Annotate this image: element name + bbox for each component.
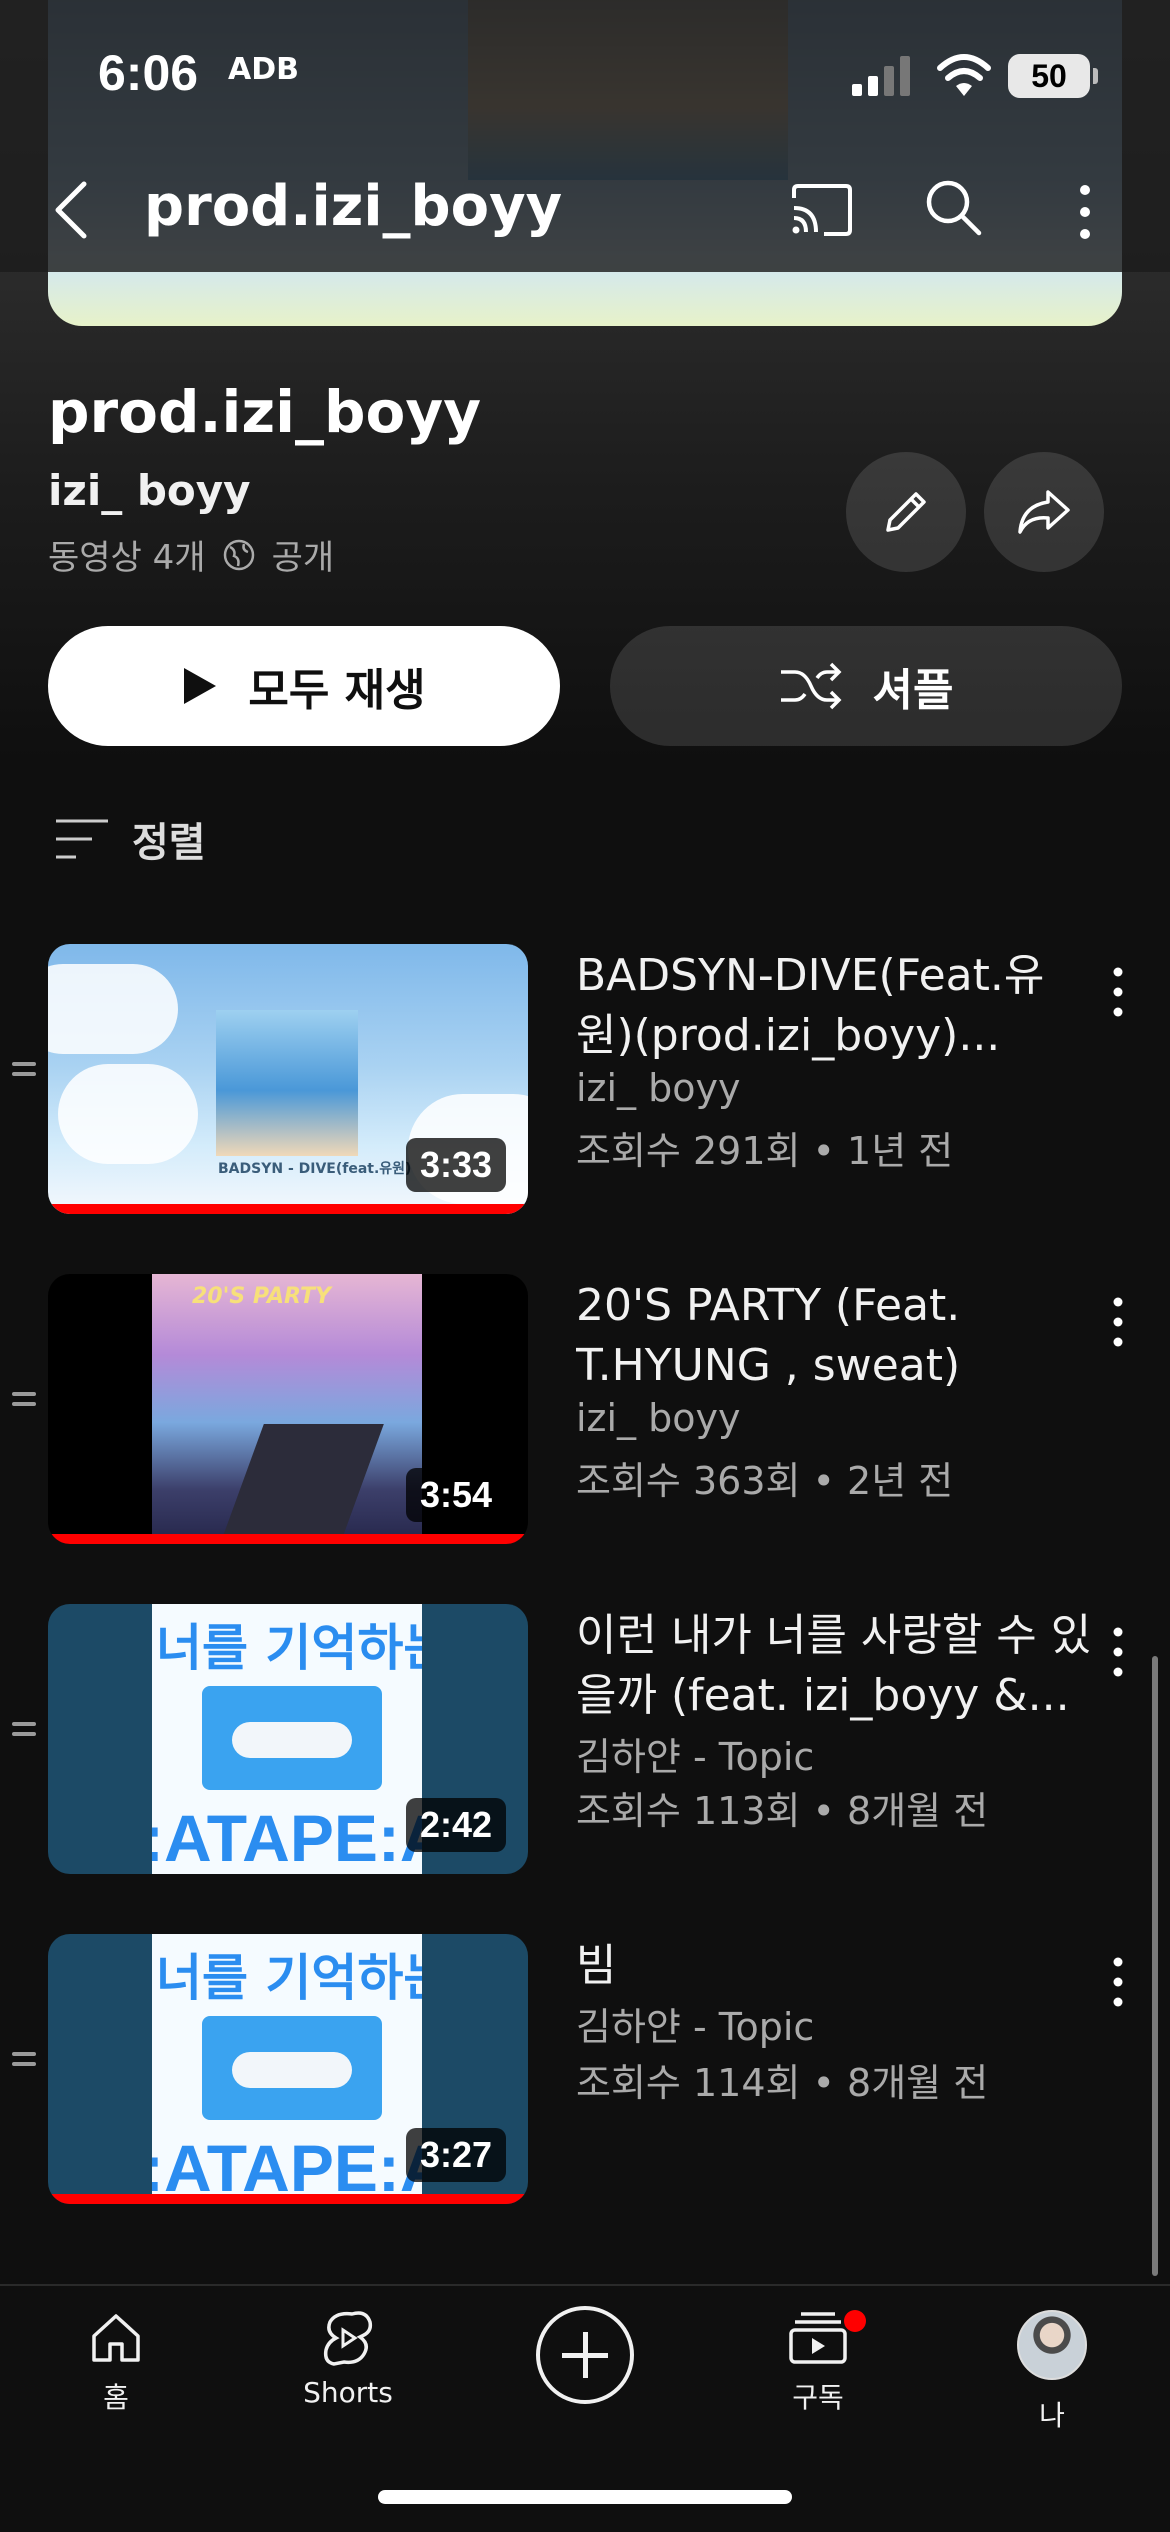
album-cover-art xyxy=(216,1010,358,1156)
video-stats: 조회수 291회 • 1년 전 xyxy=(576,1129,954,1173)
video-stats: 조회수 114회 • 8개월 전 xyxy=(576,2061,989,2105)
wifi-icon xyxy=(937,54,991,96)
nav-me-label: 나 xyxy=(1039,2399,1065,2432)
video-list-item[interactable]: 20'S PARTY 3:54 20'S PARTY (Feat. T.HYUN… xyxy=(0,1274,1170,1546)
notification-dot xyxy=(844,2310,866,2332)
edit-button[interactable] xyxy=(846,452,966,572)
drag-handle-icon[interactable] xyxy=(12,2052,36,2076)
video-channel: izi_ boyy xyxy=(576,1396,741,1440)
cast-icon[interactable] xyxy=(790,184,852,236)
sort-button[interactable]: 정렬 xyxy=(54,810,206,868)
home-indicator[interactable] xyxy=(378,2490,792,2504)
video-list-item[interactable]: 너를 기억하는 방식 :ATAPE:A 2:42 이런 내가 너를 사랑할 수 … xyxy=(0,1604,1170,1876)
app-bar-title: prod.izi_boyy xyxy=(144,174,563,239)
nav-subscriptions-label: 구독 xyxy=(792,2381,844,2414)
more-vertical-icon[interactable] xyxy=(1106,1626,1130,1682)
sort-label: 정렬 xyxy=(132,820,206,866)
share-icon xyxy=(1018,490,1070,534)
shuffle-label: 셔플 xyxy=(872,665,954,716)
video-title[interactable]: 이런 내가 너를 사랑할 수 있을까 (feat. izi_boyy &... xyxy=(576,1606,1096,1726)
duration-badge: 3:27 xyxy=(405,2128,506,2182)
play-all-label: 모두 재생 xyxy=(248,665,426,716)
playlist-meta: 동영상 4개 공개 xyxy=(48,530,334,579)
visibility-label: 공개 xyxy=(271,538,335,578)
video-title[interactable]: 빔 xyxy=(576,1936,1096,1996)
album-cover-art: 너를 기억하는 방식 :ATAPE:A xyxy=(152,1934,422,2204)
play-icon xyxy=(184,668,217,704)
home-icon xyxy=(92,2314,140,2362)
drag-handle-icon[interactable] xyxy=(12,1392,36,1416)
video-list-item[interactable]: BADSYN - DIVE(feat.유원) 3:33 BADSYN-DIVE(… xyxy=(0,944,1170,1216)
video-channel: 김하얀 - Topic xyxy=(576,1735,815,1779)
pencil-icon xyxy=(886,492,926,532)
globe-icon xyxy=(223,539,254,570)
nav-shorts-label: Shorts xyxy=(303,2376,393,2409)
create-button[interactable] xyxy=(536,2306,634,2404)
thumbnail-caption: 20'S PARTY xyxy=(192,1284,331,1309)
watch-progress-bar xyxy=(48,1204,528,1214)
album-cover-art: 너를 기억하는 방식 :ATAPE:A xyxy=(152,1604,422,1874)
nav-home[interactable]: 홈 xyxy=(26,2310,206,2416)
cassette-tape-image xyxy=(202,2016,382,2120)
video-thumbnail[interactable]: 너를 기억하는 방식 :ATAPE:A 2:42 xyxy=(48,1604,528,1874)
nav-shorts[interactable]: Shorts xyxy=(258,2310,438,2409)
battery-indicator: 50 xyxy=(1008,54,1098,98)
more-vertical-icon[interactable] xyxy=(1106,1296,1130,1352)
duration-badge: 3:54 xyxy=(405,1468,506,1522)
video-count: 동영상 4개 xyxy=(48,538,206,578)
video-title[interactable]: 20'S PARTY (Feat. T.HYUNG , sweat) xyxy=(576,1276,1096,1396)
status-time: 6:06 xyxy=(98,45,199,101)
watch-progress-bar xyxy=(48,1534,528,1544)
album-cover-art: 20'S PARTY xyxy=(152,1274,422,1544)
duration-badge: 3:33 xyxy=(405,1138,506,1192)
playlist-owner[interactable]: izi_ boyy xyxy=(48,466,251,515)
drag-handle-icon[interactable] xyxy=(12,1722,36,1746)
shuffle-icon xyxy=(780,662,841,710)
video-stats: 조회수 363회 • 2년 전 xyxy=(576,1459,954,1503)
scrollbar[interactable] xyxy=(1152,1656,1158,2276)
video-stats: 조회수 113회 • 8개월 전 xyxy=(576,1789,989,1833)
status-app-label: ADB xyxy=(228,52,299,87)
cellular-signal-icon xyxy=(852,56,910,96)
subscriptions-icon xyxy=(789,2312,847,2364)
more-vertical-icon[interactable] xyxy=(1106,1956,1130,2012)
play-all-button[interactable]: 모두 재생 xyxy=(48,626,560,746)
status-bar: 6:06 ADB 50 xyxy=(0,0,1170,150)
app-bar: prod.izi_boyy xyxy=(0,160,1170,260)
more-vertical-icon[interactable] xyxy=(1074,182,1096,242)
more-vertical-icon[interactable] xyxy=(1106,966,1130,1022)
thumbnail-caption: :ATAPE:A xyxy=(152,2131,422,2204)
nav-subscriptions[interactable]: 구독 xyxy=(728,2310,908,2416)
video-thumbnail[interactable]: 20'S PARTY 3:54 xyxy=(48,1274,528,1544)
video-thumbnail[interactable]: BADSYN - DIVE(feat.유원) 3:33 xyxy=(48,944,528,1214)
video-list-item[interactable]: 너를 기억하는 방식 :ATAPE:A 3:27 빔 김하얀 - Topic 조… xyxy=(0,1934,1170,2206)
nav-me[interactable]: 나 xyxy=(962,2310,1142,2434)
video-channel: izi_ boyy xyxy=(576,1066,741,1110)
thumbnail-caption: 너를 기억하는 방식 xyxy=(156,1949,422,2007)
shuffle-button[interactable]: 셔플 xyxy=(610,626,1122,746)
nav-home-label: 홈 xyxy=(103,2381,129,2414)
thumbnail-caption: BADSYN - DIVE(feat.유원) xyxy=(218,1161,412,1177)
playlist-title: prod.izi_boyy xyxy=(48,378,482,446)
video-title[interactable]: BADSYN-DIVE(Feat.유원)(prod.izi_boyy)... xyxy=(576,946,1096,1066)
video-channel: 김하얀 - Topic xyxy=(576,2005,815,2049)
thumbnail-caption: :ATAPE:A xyxy=(152,1801,422,1874)
thumbnail-caption: 너를 기억하는 방식 xyxy=(156,1619,422,1677)
sort-icon xyxy=(56,819,108,859)
share-button[interactable] xyxy=(984,452,1104,572)
video-thumbnail[interactable]: 너를 기억하는 방식 :ATAPE:A 3:27 xyxy=(48,1934,528,2204)
watch-progress-bar xyxy=(48,2194,528,2204)
drag-handle-icon[interactable] xyxy=(12,1062,36,1086)
search-icon[interactable] xyxy=(924,178,982,236)
back-arrow-icon[interactable] xyxy=(48,178,98,242)
duration-badge: 2:42 xyxy=(405,1798,506,1852)
shorts-icon xyxy=(323,2311,373,2366)
avatar xyxy=(1017,2310,1087,2380)
cassette-tape-image xyxy=(202,1686,382,1790)
